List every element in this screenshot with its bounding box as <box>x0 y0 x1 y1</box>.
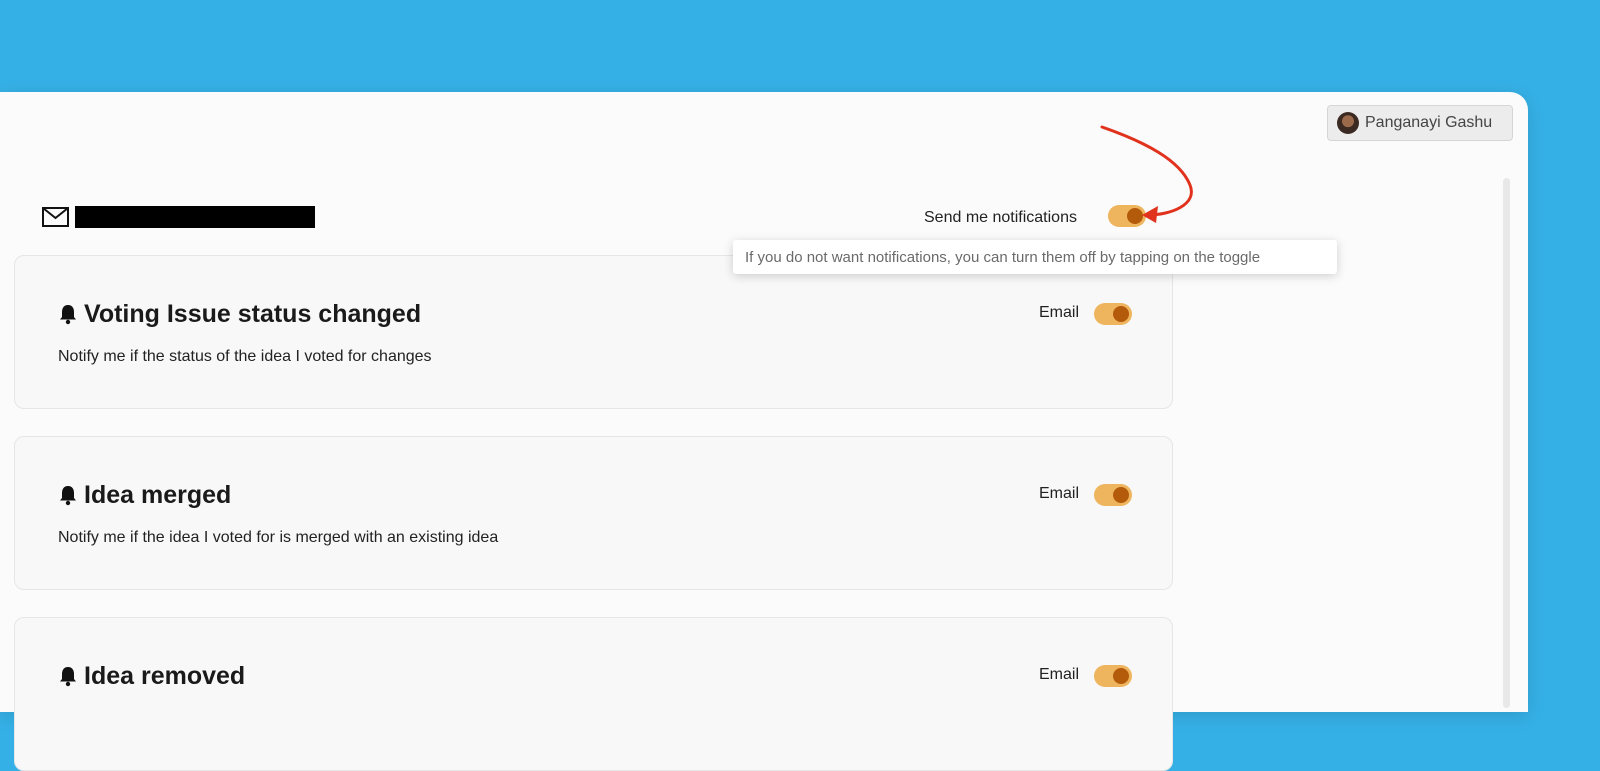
card-title-text: Voting Issue status changed <box>84 300 422 328</box>
mail-icon <box>42 207 69 227</box>
card-description: Notify me if the status of the idea I vo… <box>58 348 432 365</box>
card-title: Voting Issue status changed <box>58 300 421 329</box>
email-row <box>42 206 315 228</box>
email-toggle[interactable] <box>1094 484 1132 506</box>
toggle-knob <box>1113 487 1129 503</box>
bell-icon <box>60 667 76 687</box>
tooltip-text: If you do not want notifications, you ca… <box>745 248 1261 266</box>
email-toggle[interactable] <box>1094 665 1132 687</box>
email-channel-label: Email <box>1039 666 1080 683</box>
scrollbar[interactable] <box>1503 178 1510 708</box>
toggle-knob <box>1113 306 1129 322</box>
bell-icon <box>60 486 76 506</box>
email-toggle[interactable] <box>1094 303 1132 325</box>
annotation-arrow-icon <box>1100 125 1193 223</box>
user-menu-button[interactable]: Panganayi Gashu <box>1327 105 1513 141</box>
notification-card: Idea removed Email <box>14 617 1173 771</box>
avatar <box>1337 112 1359 134</box>
notifications-label: Send me notifications <box>924 209 1077 226</box>
card-title-text: Idea merged <box>84 481 232 509</box>
email-channel-label: Email <box>1039 304 1080 321</box>
notification-card: Idea merged Notify me if the idea I vote… <box>14 436 1173 590</box>
card-description: Notify me if the idea I voted for is mer… <box>58 529 499 546</box>
email-channel-label: Email <box>1039 485 1080 502</box>
tooltip: If you do not want notifications, you ca… <box>733 240 1337 274</box>
toggle-knob <box>1113 668 1129 684</box>
card-title: Idea removed <box>58 662 245 691</box>
user-name: Panganayi Gashu <box>1365 114 1493 131</box>
redacted-email <box>75 206 315 228</box>
notification-card: Voting Issue status changed Notify me if… <box>14 255 1173 409</box>
bell-icon <box>60 305 76 325</box>
card-title-text: Idea removed <box>84 662 246 690</box>
card-title: Idea merged <box>58 481 231 510</box>
